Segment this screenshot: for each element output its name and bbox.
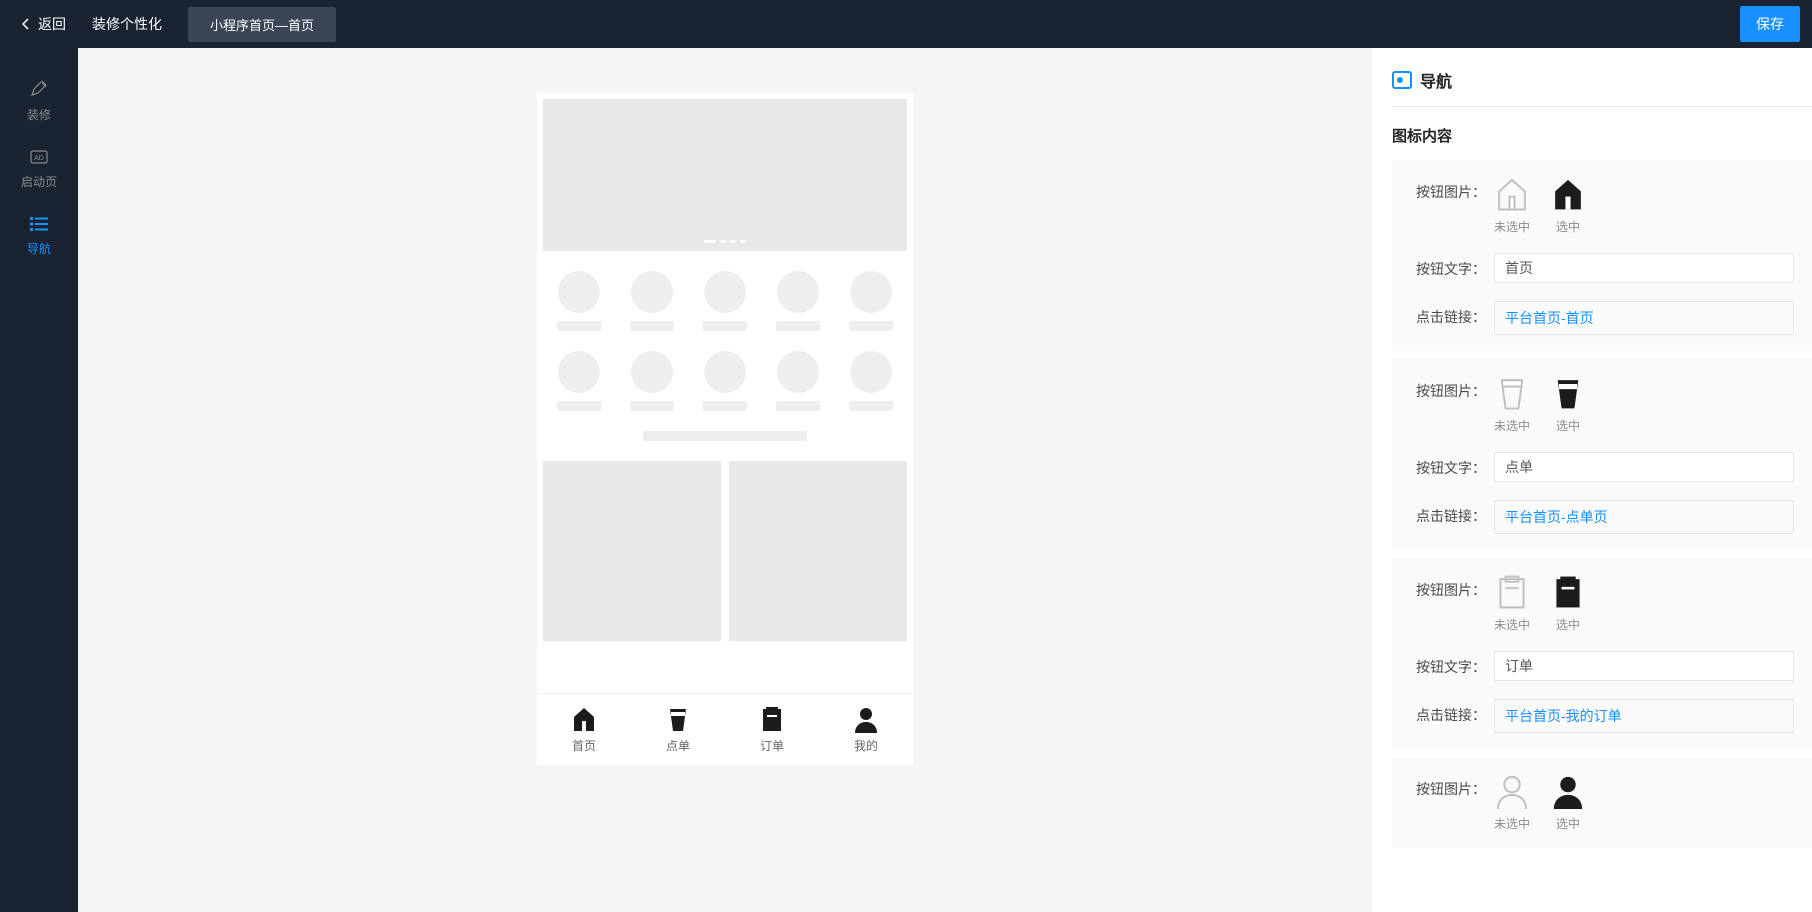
icon-preview-selected[interactable]: 选中 bbox=[1550, 574, 1586, 633]
button-text-input[interactable] bbox=[1494, 452, 1794, 482]
sidebar-item-label: 装修 bbox=[27, 106, 51, 123]
icon-state-label: 未选中 bbox=[1494, 815, 1530, 832]
banner-dots bbox=[704, 240, 746, 243]
label-click-link: 点击链接： bbox=[1416, 699, 1494, 725]
right-panel: 导航 图标内容 按钮图片： 未选中 选中 按钮文字： 点击链接： 平台首页-首页… bbox=[1372, 48, 1812, 912]
home-icon-on bbox=[1550, 176, 1586, 212]
tabbar-item-orders[interactable]: 订单 bbox=[725, 694, 819, 765]
cup-icon bbox=[664, 705, 692, 733]
icon-pair: 未选中 选中 bbox=[1494, 176, 1586, 235]
icon-preview-selected[interactable]: 选中 bbox=[1550, 176, 1586, 235]
label-button-image: 按钮图片： bbox=[1416, 574, 1494, 600]
tabbar-label: 订单 bbox=[760, 737, 784, 754]
label-click-link: 点击链接： bbox=[1416, 301, 1494, 327]
section-title: 图标内容 bbox=[1392, 125, 1812, 146]
back-label: 返回 bbox=[38, 14, 66, 34]
tabbar-label: 我的 bbox=[854, 737, 878, 754]
order-icon bbox=[758, 705, 786, 733]
icon-state-label: 选中 bbox=[1556, 218, 1580, 235]
canvas-area: 首页 点单 订单 我的 bbox=[78, 48, 1372, 912]
back-button[interactable]: 返回 bbox=[12, 10, 74, 38]
preview-tabbar[interactable]: 首页 点单 订单 我的 bbox=[537, 693, 913, 765]
icon-preview-unselected[interactable]: 未选中 bbox=[1494, 773, 1530, 832]
link-select[interactable]: 平台首页-我的订单 bbox=[1494, 699, 1794, 733]
cup-icon-on bbox=[1550, 375, 1586, 411]
phone-preview: 首页 点单 订单 我的 bbox=[537, 93, 913, 765]
nav-config-block: 按钮图片： 未选中 选中 按钮文字： 点击链接： 平台首页-我的订单 bbox=[1392, 558, 1812, 749]
preview-banner bbox=[543, 99, 907, 251]
icon-preview-unselected[interactable]: 未选中 bbox=[1494, 176, 1530, 235]
icon-state-label: 未选中 bbox=[1494, 616, 1530, 633]
nav-config-block: 按钮图片： 未选中 选中 按钮文字： 点击链接： 平台首页-首页 bbox=[1392, 160, 1812, 351]
main-layout: 装修 AD 启动页 导航 bbox=[0, 48, 1812, 912]
label-button-image: 按钮图片： bbox=[1416, 773, 1494, 799]
svg-text:AD: AD bbox=[34, 155, 44, 162]
icon-pair: 未选中 选中 bbox=[1494, 773, 1586, 832]
icon-pair: 未选中 选中 bbox=[1494, 375, 1586, 434]
icon-preview-selected[interactable]: 选中 bbox=[1550, 375, 1586, 434]
edit-icon bbox=[29, 80, 49, 100]
icon-state-label: 未选中 bbox=[1494, 417, 1530, 434]
button-text-input[interactable] bbox=[1494, 253, 1794, 283]
page-badge[interactable]: 小程序首页—首页 bbox=[188, 7, 336, 42]
list-icon bbox=[29, 214, 49, 234]
tabbar-item-order[interactable]: 点单 bbox=[631, 694, 725, 765]
sidebar-item-decorate[interactable]: 装修 bbox=[0, 68, 78, 135]
link-select[interactable]: 平台首页-点单页 bbox=[1494, 500, 1794, 534]
icon-preview-unselected[interactable]: 未选中 bbox=[1494, 574, 1530, 633]
sidebar-item-nav[interactable]: 导航 bbox=[0, 202, 78, 269]
label-click-link: 点击链接： bbox=[1416, 500, 1494, 526]
label-button-image: 按钮图片： bbox=[1416, 176, 1494, 202]
save-button[interactable]: 保存 bbox=[1740, 6, 1800, 42]
home-icon bbox=[570, 705, 598, 733]
preview-icon-grid bbox=[543, 257, 907, 455]
header-left: 返回 装修个性化 小程序首页—首页 bbox=[12, 7, 336, 42]
user-icon-on bbox=[1550, 773, 1586, 809]
tabbar-item-home[interactable]: 首页 bbox=[537, 694, 631, 765]
icon-pair: 未选中 选中 bbox=[1494, 574, 1586, 633]
cup-icon-off bbox=[1494, 375, 1530, 411]
label-button-image: 按钮图片： bbox=[1416, 375, 1494, 401]
icon-state-label: 选中 bbox=[1556, 616, 1580, 633]
preview-image-cards bbox=[537, 461, 913, 641]
image-icon: AD bbox=[29, 147, 49, 167]
order-icon-off bbox=[1494, 574, 1530, 610]
user-icon-off bbox=[1494, 773, 1530, 809]
arrow-left-icon bbox=[20, 18, 32, 30]
app-header: 返回 装修个性化 小程序首页—首页 保存 bbox=[0, 0, 1812, 48]
tabbar-label: 点单 bbox=[666, 737, 690, 754]
icon-state-label: 未选中 bbox=[1494, 218, 1530, 235]
nav-config-block: 按钮图片： 未选中 选中 bbox=[1392, 757, 1812, 848]
icon-state-label: 选中 bbox=[1556, 815, 1580, 832]
breadcrumb[interactable]: 装修个性化 bbox=[82, 10, 172, 38]
label-button-text: 按钮文字： bbox=[1416, 452, 1494, 478]
sidebar-item-label: 导航 bbox=[27, 240, 51, 257]
nav-config-block: 按钮图片： 未选中 选中 按钮文字： 点击链接： 平台首页-点单页 bbox=[1392, 359, 1812, 550]
label-button-text: 按钮文字： bbox=[1416, 253, 1494, 279]
sidebar-item-splash[interactable]: AD 启动页 bbox=[0, 135, 78, 202]
user-icon bbox=[852, 705, 880, 733]
sidebar: 装修 AD 启动页 导航 bbox=[0, 48, 78, 912]
panel-title: 导航 bbox=[1420, 68, 1452, 92]
home-icon-off bbox=[1494, 176, 1530, 212]
icon-preview-unselected[interactable]: 未选中 bbox=[1494, 375, 1530, 434]
panel-header-icon bbox=[1392, 71, 1412, 89]
button-text-input[interactable] bbox=[1494, 651, 1794, 681]
tabbar-label: 首页 bbox=[572, 737, 596, 754]
label-button-text: 按钮文字： bbox=[1416, 651, 1494, 677]
link-select[interactable]: 平台首页-首页 bbox=[1494, 301, 1794, 335]
sidebar-item-label: 启动页 bbox=[21, 173, 57, 190]
tabbar-item-mine[interactable]: 我的 bbox=[819, 694, 913, 765]
panel-header: 导航 bbox=[1392, 68, 1812, 107]
order-icon-on bbox=[1550, 574, 1586, 610]
icon-state-label: 选中 bbox=[1556, 417, 1580, 434]
icon-preview-selected[interactable]: 选中 bbox=[1550, 773, 1586, 832]
